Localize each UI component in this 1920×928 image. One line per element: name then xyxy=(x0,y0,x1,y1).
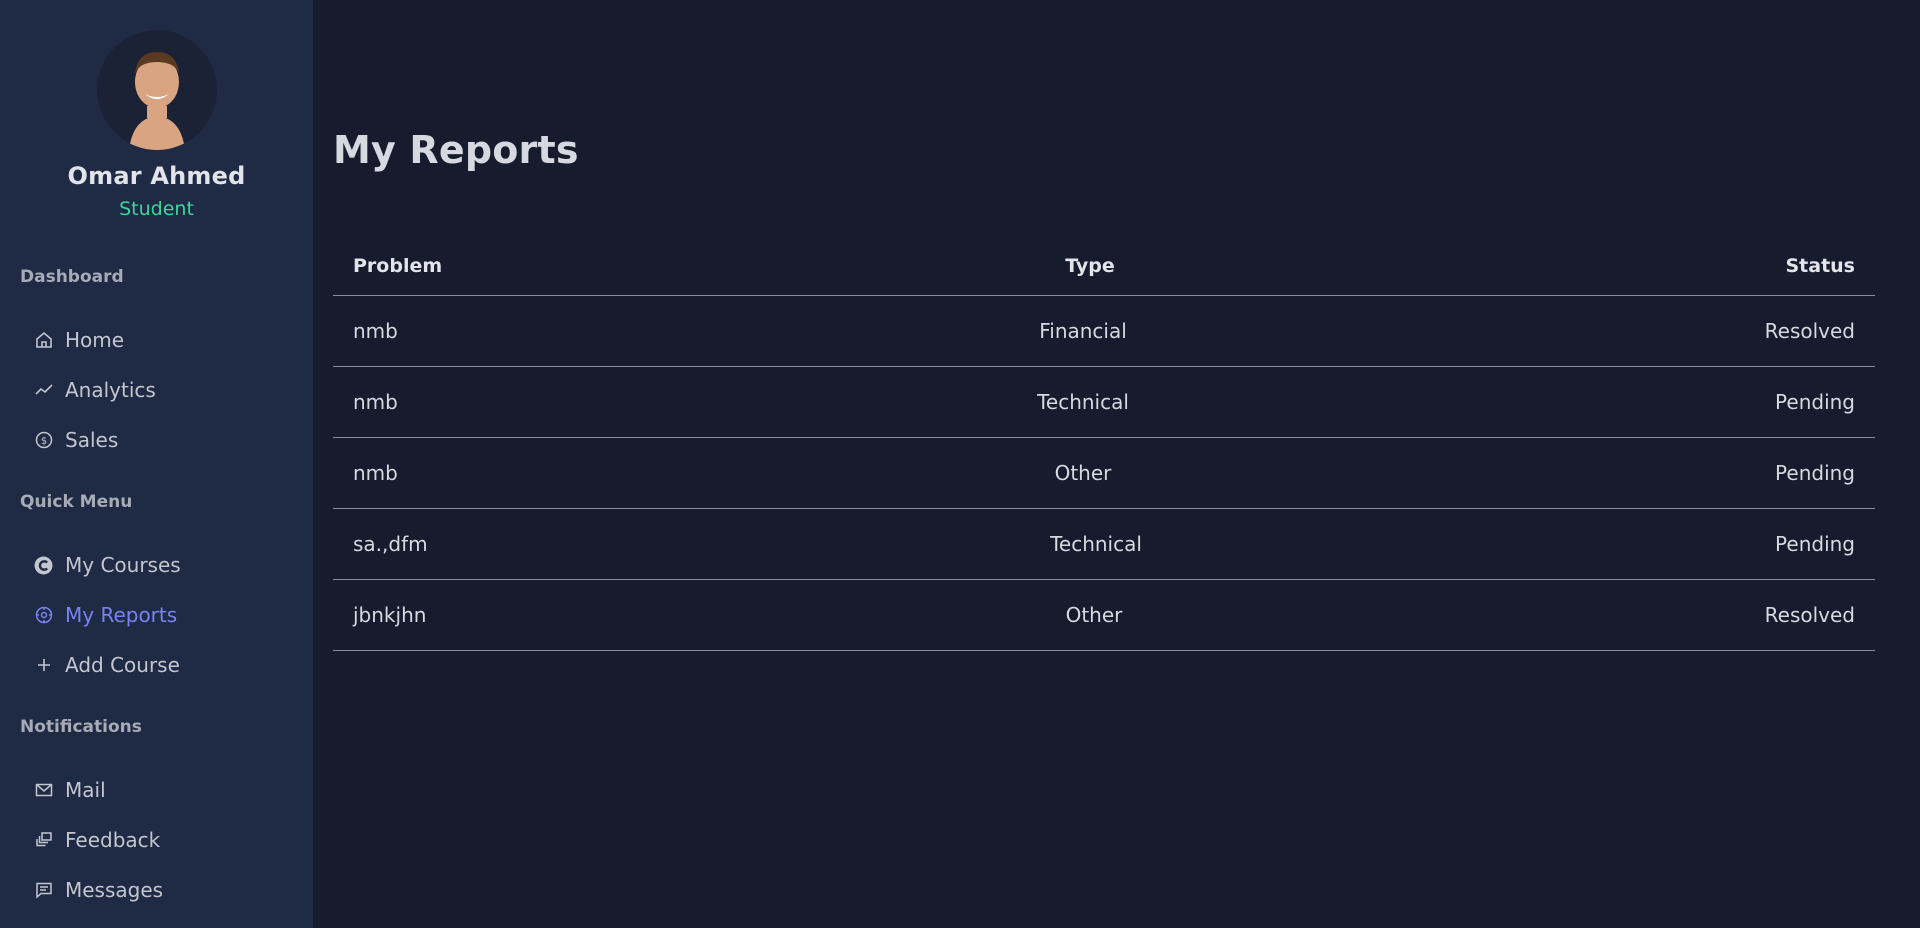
sidebar-item-label: Feedback xyxy=(65,828,161,852)
trend-line-icon xyxy=(34,381,53,400)
main-content: My Reports Problem Type Status nmb Finan… xyxy=(313,0,1920,928)
cell-status: Pending xyxy=(1775,532,1855,556)
section-quick-menu: Quick Menu xyxy=(20,492,133,512)
table-row[interactable]: nmb Financial Resolved xyxy=(333,296,1875,367)
sidebar-item-sales[interactable]: $ Sales xyxy=(34,426,118,454)
sidebar-item-home[interactable]: Home xyxy=(34,326,124,354)
cell-type: Financial xyxy=(1039,319,1127,343)
sidebar-item-label: Mail xyxy=(65,778,106,802)
table-row[interactable]: nmb Other Pending xyxy=(333,438,1875,509)
profile-role: Student xyxy=(119,198,194,220)
plus-icon xyxy=(34,656,53,675)
sidebar-item-feedback[interactable]: Feedback xyxy=(34,826,160,854)
sidebar-item-label: Sales xyxy=(65,428,119,452)
app: Omar Ahmed Student Dashboard Home Analyt… xyxy=(0,0,1920,928)
section-notifications: Notifications xyxy=(20,717,142,737)
column-header-problem: Problem xyxy=(353,254,443,277)
feedback-stack-icon xyxy=(34,831,53,850)
mail-icon xyxy=(34,781,53,800)
sidebar-item-add-course[interactable]: Add Course xyxy=(34,651,180,679)
cell-status: Resolved xyxy=(1764,319,1855,343)
sidebar-item-my-reports[interactable]: My Reports xyxy=(34,601,177,629)
table-row[interactable]: sa.,dfm Technical Pending xyxy=(333,509,1875,580)
sidebar-item-mail[interactable]: Mail xyxy=(34,776,106,804)
sidebar-item-analytics[interactable]: Analytics xyxy=(34,376,156,404)
sidebar-item-label: Analytics xyxy=(65,378,156,402)
sidebar-item-messages[interactable]: Messages xyxy=(34,876,163,904)
courses-c-icon xyxy=(34,556,53,575)
cell-problem: nmb xyxy=(353,390,398,414)
page-title: My Reports xyxy=(333,128,579,172)
cell-type: Other xyxy=(1054,461,1112,485)
avatar[interactable] xyxy=(96,30,217,150)
table-row[interactable]: jbnkjhn Other Resolved xyxy=(333,580,1875,651)
table-header-row: Problem Type Status xyxy=(333,236,1875,296)
cell-type: Other xyxy=(1065,603,1123,627)
home-icon xyxy=(34,331,53,350)
cell-problem: sa.,dfm xyxy=(353,532,428,556)
report-gear-icon xyxy=(34,606,53,625)
dollar-circle-icon: $ xyxy=(34,431,53,450)
profile-name: Omar Ahmed xyxy=(67,162,246,190)
cell-problem: nmb xyxy=(353,461,398,485)
sidebar-item-my-courses[interactable]: My Courses xyxy=(34,551,181,579)
profile-card: Omar Ahmed Student xyxy=(0,0,313,220)
column-header-status: Status xyxy=(1785,254,1855,277)
section-dashboard: Dashboard xyxy=(20,267,124,287)
sidebar: Omar Ahmed Student Dashboard Home Analyt… xyxy=(0,0,313,928)
cell-type: Technical xyxy=(1037,390,1129,414)
cell-status: Pending xyxy=(1775,461,1855,485)
sidebar-item-label: Home xyxy=(65,328,125,352)
sidebar-item-label: My Reports xyxy=(65,603,178,627)
svg-text:$: $ xyxy=(40,436,46,447)
reports-table: Problem Type Status nmb Financial Resolv… xyxy=(333,236,1875,651)
cell-status: Resolved xyxy=(1764,603,1855,627)
sidebar-item-label: Messages xyxy=(65,878,164,902)
cell-type: Technical xyxy=(1050,532,1142,556)
sidebar-item-label: My Courses xyxy=(65,553,181,577)
table-row[interactable]: nmb Technical Pending xyxy=(333,367,1875,438)
cell-problem: nmb xyxy=(353,319,398,343)
sidebar-item-label: Add Course xyxy=(65,653,180,677)
avatar-portrait-icon xyxy=(128,52,185,150)
message-icon xyxy=(34,881,53,900)
cell-status: Pending xyxy=(1775,390,1855,414)
cell-problem: jbnkjhn xyxy=(353,603,427,627)
column-header-type: Type xyxy=(1065,254,1115,277)
